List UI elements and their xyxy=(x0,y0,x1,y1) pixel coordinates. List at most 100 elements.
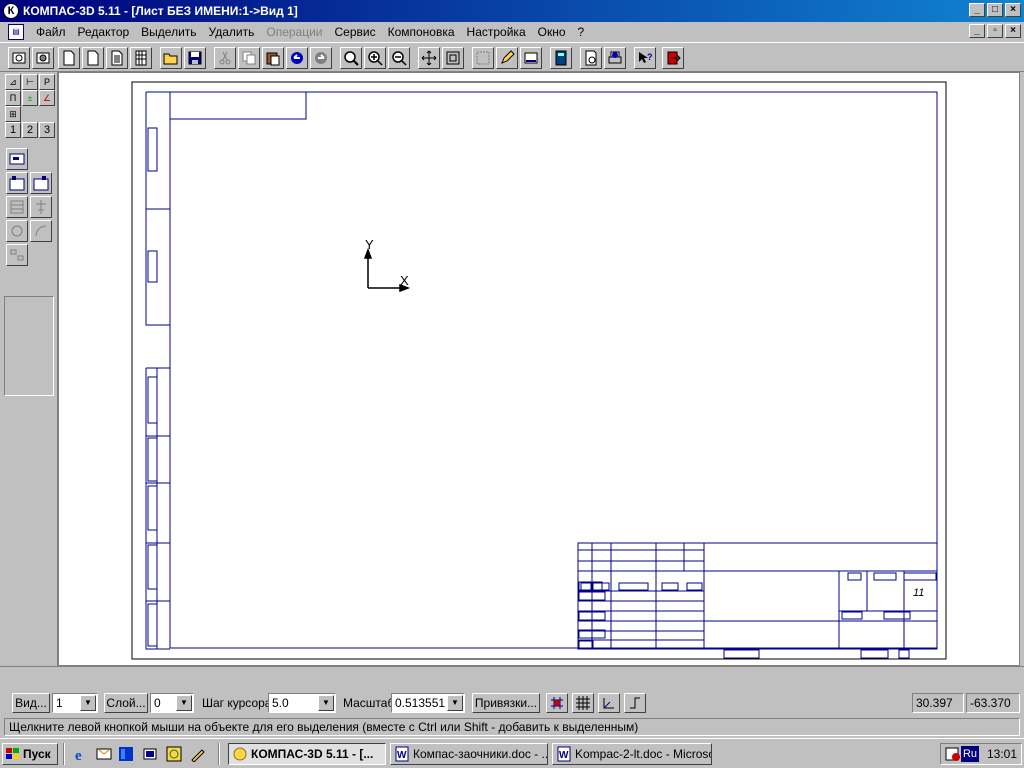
select-view-button[interactable] xyxy=(6,172,28,194)
measure-tab[interactable]: ∠ xyxy=(39,90,55,106)
redo-button[interactable] xyxy=(310,47,332,69)
menu-service[interactable]: Сервис xyxy=(329,25,382,39)
menu-window[interactable]: Окно xyxy=(532,25,572,39)
menu-editor[interactable]: Редактор xyxy=(72,25,136,39)
menu-help[interactable]: ? xyxy=(572,25,591,39)
paste-button[interactable] xyxy=(262,47,284,69)
round-coords-button[interactable] xyxy=(624,693,646,713)
mdi-close-button[interactable]: × xyxy=(1005,24,1021,38)
desktop-quicklaunch-icon[interactable] xyxy=(118,746,134,762)
channels-quicklaunch-icon[interactable] xyxy=(142,746,158,762)
ortho-button[interactable] xyxy=(546,693,568,713)
coord-y-readout: -63.370 xyxy=(966,693,1020,713)
show-all-button[interactable] xyxy=(442,47,464,69)
cut-button[interactable] xyxy=(214,47,236,69)
exit-button[interactable] xyxy=(662,47,684,69)
menu-select[interactable]: Выделить xyxy=(135,25,202,39)
pan-button[interactable] xyxy=(418,47,440,69)
zoom-in-button[interactable] xyxy=(364,47,386,69)
geometry-tab[interactable]: П xyxy=(5,90,21,106)
layer-button[interactable]: Слой... xyxy=(104,693,148,713)
grid-button[interactable] xyxy=(572,693,594,713)
tool-palette: ⊿ ⊢ Р П ± ∠ ⊞ 1 2 3 xyxy=(0,72,58,666)
menu-file[interactable]: Файл xyxy=(30,25,72,39)
clock[interactable]: 13:01 xyxy=(987,747,1017,761)
minimize-button[interactable]: _ xyxy=(969,3,985,17)
open-button[interactable] xyxy=(160,47,182,69)
copy-button[interactable] xyxy=(238,47,260,69)
task-word-doc-2[interactable]: W Kompac-2-lt.doc - Microsof... xyxy=(552,743,712,765)
calculator-button[interactable] xyxy=(550,47,572,69)
chevron-down-icon[interactable]: ▼ xyxy=(176,695,192,711)
new-sheet-button[interactable] xyxy=(8,47,30,69)
scheduler-tray-icon[interactable] xyxy=(945,746,961,762)
mdi-restore-button[interactable]: ▫ xyxy=(987,24,1003,38)
title-bar[interactable]: К КОМПАС-3D 5.11 - [Лист БЕЗ ИМЕНИ:1->Ви… xyxy=(0,0,1024,22)
task-kompas[interactable]: КОМПАС-3D 5.11 - [... xyxy=(228,743,386,765)
outlook-quicklaunch-icon[interactable] xyxy=(96,746,112,762)
app-logo-icon[interactable]: К xyxy=(3,3,19,19)
zoom-out-button[interactable] xyxy=(388,47,410,69)
view-select[interactable]: 1 ▼ xyxy=(52,693,98,713)
new-document-button[interactable] xyxy=(58,47,80,69)
page-3-tab[interactable]: 3 xyxy=(39,122,55,138)
text-tab[interactable]: Р xyxy=(39,74,55,90)
minimize-view-button[interactable] xyxy=(520,47,542,69)
zoom-window-button[interactable] xyxy=(340,47,362,69)
app-quicklaunch-icon[interactable] xyxy=(190,746,206,763)
word-document-icon: W xyxy=(395,746,409,762)
edit-tab[interactable]: ± xyxy=(22,90,38,106)
select-circle-button[interactable] xyxy=(6,220,28,242)
select-tab[interactable]: ⊞ xyxy=(5,106,21,122)
language-indicator[interactable]: Ru xyxy=(961,746,979,762)
chevron-down-icon[interactable]: ▼ xyxy=(447,695,463,711)
task-word-doc-1[interactable]: W Компас-заочники.doc - ... xyxy=(390,743,548,765)
undo-button[interactable] xyxy=(286,47,308,69)
local-coords-button[interactable] xyxy=(598,693,620,713)
chevron-down-icon[interactable]: ▼ xyxy=(80,695,96,711)
maximize-button[interactable]: □ xyxy=(987,3,1003,17)
new-text-doc-button[interactable] xyxy=(106,47,128,69)
snaps-button[interactable]: Привязки... xyxy=(472,693,540,713)
layer-select[interactable]: 0 ▼ xyxy=(150,693,194,713)
page-2-tab[interactable]: 2 xyxy=(22,122,38,138)
menu-delete[interactable]: Удалить xyxy=(203,25,261,39)
mdi-minimize-button[interactable]: _ xyxy=(969,24,985,38)
print-button[interactable] xyxy=(604,47,626,69)
new-spec-button[interactable] xyxy=(130,47,152,69)
scale-select[interactable]: 0.513551 ▼ xyxy=(391,693,465,713)
menu-layout[interactable]: Компоновка xyxy=(382,25,461,39)
kompas-quicklaunch-icon[interactable] xyxy=(166,746,182,762)
start-button[interactable]: Пуск xyxy=(2,743,58,765)
select-layer-button[interactable] xyxy=(30,172,52,194)
menu-operations[interactable]: Операции xyxy=(260,25,328,39)
refresh-button[interactable] xyxy=(472,47,494,69)
print-preview-button[interactable] xyxy=(580,47,602,69)
context-help-button[interactable]: ? xyxy=(634,47,656,69)
select-frame-button[interactable] xyxy=(6,148,28,170)
select-group-button[interactable] xyxy=(6,244,28,266)
new-fragment-button[interactable] xyxy=(32,47,54,69)
edit-button[interactable] xyxy=(496,47,518,69)
size-tab[interactable]: ⊢ xyxy=(22,74,38,90)
menu-settings[interactable]: Настройка xyxy=(461,25,532,39)
pan-arrows-icon xyxy=(421,50,437,66)
new-blank-button[interactable] xyxy=(82,47,104,69)
ie-quicklaunch-icon[interactable]: e xyxy=(74,746,90,764)
main-toolbar: ? xyxy=(0,42,1024,72)
select-by-type-button[interactable] xyxy=(6,196,28,218)
close-button[interactable]: × xyxy=(1005,3,1021,17)
chevron-down-icon[interactable]: ▼ xyxy=(318,695,334,711)
view-button[interactable]: Вид... xyxy=(12,693,50,713)
canvas-scroll-area[interactable] xyxy=(0,666,1024,690)
drawing-canvas[interactable]: Y X 11 xyxy=(58,72,1020,666)
cursor-step-select[interactable]: 5.0 ▼ xyxy=(268,693,336,713)
property-bar: Вид... 1 ▼ Слой... 0 ▼ Шаг курсора 5.0 ▼ Ма… xyxy=(0,690,1024,716)
select-arc-button[interactable] xyxy=(30,220,52,242)
document-menu-icon[interactable]: ▤ xyxy=(8,23,24,40)
svg-text:?: ? xyxy=(647,52,653,62)
page-1-tab[interactable]: 1 xyxy=(5,122,21,138)
save-button[interactable] xyxy=(184,47,206,69)
select-by-style-button[interactable] xyxy=(30,196,52,218)
dimension-tab[interactable]: ⊿ xyxy=(5,74,21,90)
